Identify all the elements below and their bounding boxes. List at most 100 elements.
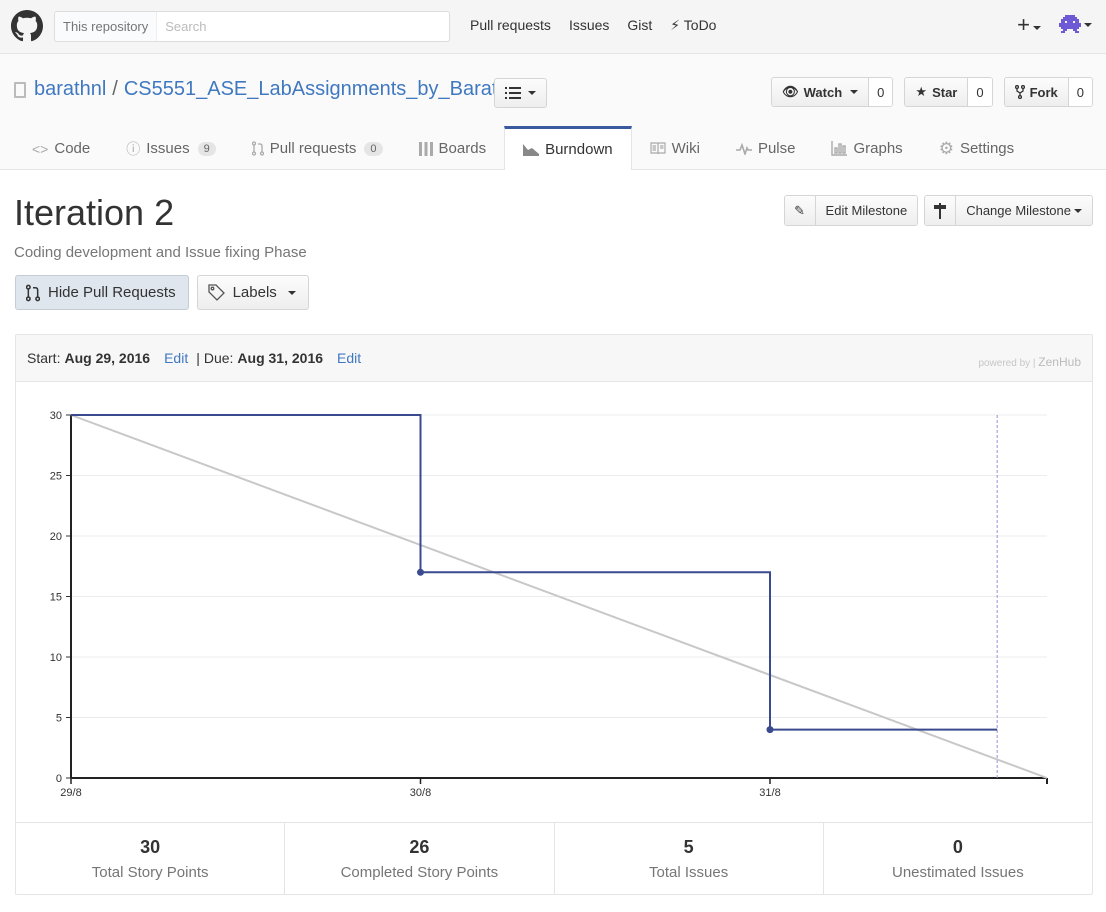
search-input[interactable] (157, 12, 449, 41)
repo-name-link[interactable]: CS5551_ASE_LabAssignments_by_Barath (124, 78, 509, 101)
user-menu-button[interactable] (1059, 15, 1092, 35)
burndown-icon (523, 143, 540, 156)
top-nav: Pull requests Issues Gist ⚡︎ ToDo (470, 17, 716, 34)
hide-pull-requests-button[interactable]: Hide Pull Requests (15, 275, 189, 310)
edit-due-link[interactable]: Edit (337, 350, 361, 366)
path-separator: / (112, 78, 118, 100)
stat-unestimated-issues: 0 Unestimated Issues (824, 823, 1092, 894)
github-logo-icon[interactable] (11, 10, 43, 42)
star-count[interactable]: 0 (968, 78, 992, 106)
fork-label: Fork (1029, 84, 1058, 100)
fork-counter: Fork 0 (1003, 77, 1093, 107)
milestone-description: Coding development and Issue fixing Phas… (14, 244, 307, 261)
chevron-down-icon (1033, 26, 1041, 31)
start-label: Start: (27, 350, 61, 366)
list-icon (505, 87, 521, 99)
graph-icon (831, 141, 848, 156)
tab-boards[interactable]: Boards (401, 127, 505, 170)
tab-wiki[interactable]: Wiki (632, 127, 718, 170)
y-tick-label: 25 (50, 471, 62, 483)
labels-dropdown-button[interactable]: Labels (196, 275, 309, 310)
search-scope-label: This repository (55, 12, 158, 41)
data-point (766, 726, 774, 734)
new-dropdown-button[interactable]: + (1017, 14, 1041, 36)
stat-label: Total Story Points (91, 863, 209, 881)
tab-pull-requests[interactable]: Pull requests 0 (234, 127, 401, 170)
plus-icon: + (1017, 12, 1030, 37)
tab-settings[interactable]: ⚙︎ Settings (921, 127, 1032, 170)
stat-value: 0 (952, 836, 963, 857)
nav-gist[interactable]: Gist (627, 17, 652, 34)
stats-bar: 30 Total Story Points 26 Completed Story P… (16, 822, 1092, 894)
stat-value: 30 (140, 836, 161, 857)
tag-icon (207, 284, 225, 301)
tab-pulse[interactable]: Pulse (718, 127, 814, 170)
tab-graphs[interactable]: Graphs (813, 127, 920, 170)
boards-icon (418, 141, 433, 156)
repo-menu-button[interactable] (494, 78, 547, 108)
nav-todo[interactable]: ⚡︎ ToDo (670, 17, 716, 34)
pull-request-icon (251, 141, 264, 156)
repo-counters: 👁︎ Watch 0 ★ Star 0 Fork 0 (771, 77, 1093, 107)
tab-issues-label: Issues (146, 140, 190, 157)
todo-bolt-icon: ⚡︎ (670, 17, 681, 33)
tab-pull-requests-label: Pull requests (269, 140, 357, 157)
fork-button[interactable]: Fork (1004, 78, 1069, 106)
edit-milestone-label: Edit Milestone (815, 196, 918, 225)
milestone-signpost-icon (925, 196, 957, 225)
fork-icon (1014, 85, 1025, 99)
tab-boards-label: Boards (438, 140, 487, 157)
code-icon: <> (32, 140, 49, 157)
chevron-down-icon (1084, 23, 1092, 27)
burndown-chart: 0 5 10 15 20 25 30 29/8 30/8 31/8 (50, 410, 1048, 799)
repo-owner-link[interactable]: barathnl (34, 78, 106, 101)
watch-button[interactable]: 👁︎ Watch (772, 78, 870, 106)
pull-request-icon (26, 284, 40, 301)
fork-count[interactable]: 0 (1068, 78, 1092, 106)
actual-burndown-line (71, 414, 998, 731)
date-separator: | (196, 350, 200, 366)
chevron-down-icon (850, 90, 859, 94)
tab-settings-label: Settings (959, 140, 1015, 157)
x-tick-label: 29/8 (60, 787, 81, 799)
y-tick-label: 30 (50, 410, 62, 422)
watch-count[interactable]: 0 (869, 78, 893, 106)
search-box: This repository (54, 11, 450, 42)
burndown-filters: Hide Pull Requests Labels (15, 275, 309, 310)
star-label: Star (932, 84, 958, 100)
panel-header: Start: Aug 29, 2016 Edit | Due: Aug 31, … (16, 335, 1092, 382)
tab-code[interactable]: <> Code (14, 127, 108, 170)
tab-burndown-label: Burndown (545, 141, 613, 158)
issues-count-badge: 9 (197, 141, 216, 156)
book-icon (650, 142, 666, 155)
change-milestone-button[interactable]: Change Milestone (924, 195, 1093, 226)
repo-title: barathnl / CS5551_ASE_LabAssignments_by_… (14, 78, 509, 101)
chevron-down-icon (528, 91, 536, 95)
gear-icon: ⚙︎ (938, 138, 954, 158)
stat-label: Completed Story Points (340, 863, 499, 881)
tab-burndown[interactable]: Burndown (504, 126, 632, 170)
milestone-actions: ✎ Edit Milestone Change Milestone (783, 195, 1093, 226)
y-tick-label: 15 (50, 592, 62, 604)
repo-tabs: <> Code ⓘ Issues 9 Pull requests 0 Boards Bu… (14, 126, 1032, 170)
zenhub-brand: ZenHub (1038, 355, 1081, 369)
powered-by-zenhub: powered by | ZenHub (978, 355, 1081, 369)
tab-issues[interactable]: ⓘ Issues 9 (108, 127, 233, 170)
stat-value: 26 (409, 836, 430, 857)
star-button[interactable]: ★ Star (905, 78, 969, 106)
due-date: Aug 31, 2016 (237, 350, 324, 366)
edit-start-link[interactable]: Edit (164, 350, 188, 366)
due-label: Due: (203, 350, 234, 366)
eye-icon: 👁︎ (782, 84, 799, 99)
y-tick-label: 0 (56, 773, 62, 785)
data-point (417, 568, 424, 576)
edit-milestone-button[interactable]: ✎ Edit Milestone (783, 195, 919, 226)
nav-pull-requests[interactable]: Pull requests (470, 17, 551, 34)
star-icon: ★ (915, 84, 928, 99)
start-date: Aug 29, 2016 (64, 350, 151, 366)
tab-code-label: Code (54, 140, 91, 157)
y-tick-label: 20 (50, 531, 62, 543)
tab-wiki-label: Wiki (671, 140, 700, 157)
nav-issues[interactable]: Issues (569, 17, 609, 34)
site-header: This repository Pull requests Issues Gis… (0, 0, 1106, 54)
